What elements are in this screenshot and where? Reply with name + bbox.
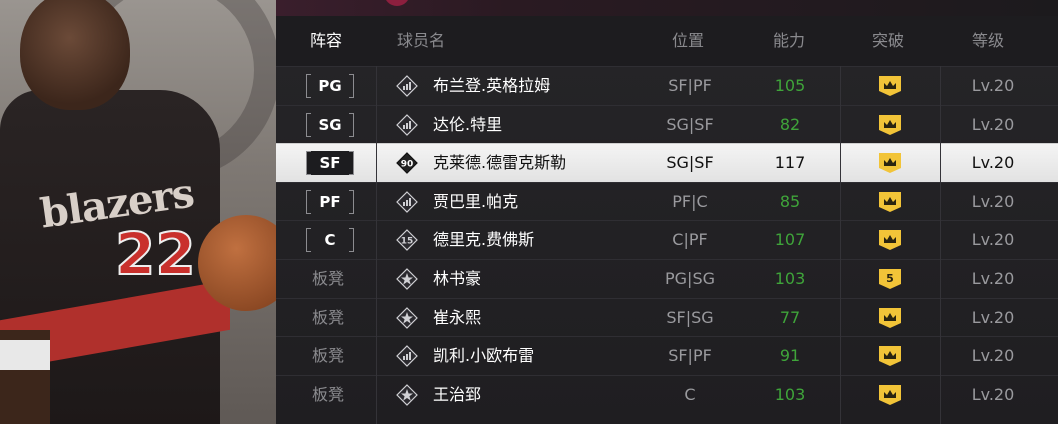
lineup-slot-badge[interactable]: SG	[306, 112, 354, 137]
bench-label: 板凳	[312, 269, 345, 288]
player-position: SG|SF	[666, 153, 714, 173]
bars-rank-icon	[396, 345, 418, 368]
table-header: 阵容 球员名 位置 能力 突破 等级	[276, 16, 1058, 66]
crown-badge-icon	[878, 75, 902, 97]
header-breakthrough[interactable]: 突破	[872, 16, 904, 66]
lineup-slot-badge[interactable]: PF	[306, 189, 354, 214]
svg-text:5: 5	[886, 272, 894, 285]
bench-label: 板凳	[312, 346, 345, 366]
player-name[interactable]: 林书豪	[433, 260, 481, 298]
star-rank-icon	[396, 306, 418, 329]
crown-badge-icon	[878, 114, 902, 136]
lineup-slot-badge[interactable]: SF	[306, 151, 354, 176]
diamond-rank-icon: 90	[396, 152, 418, 175]
column-divider	[840, 66, 841, 424]
bench-label: 板凳	[312, 384, 345, 404]
player-rating: 103	[774, 269, 806, 288]
player-name[interactable]: 贾巴里.帕克	[433, 183, 518, 221]
player-rating: 107	[774, 230, 806, 250]
player-portrait: blazers 22	[0, 0, 276, 424]
breakthrough-count-badge: 5	[878, 268, 902, 290]
bars-rank-icon	[396, 190, 418, 213]
player-position: C|PF	[672, 230, 708, 250]
crown-badge-icon	[878, 191, 902, 213]
player-level: Lv.20	[971, 230, 1015, 250]
star-rank-icon	[396, 268, 418, 290]
player-level: Lv.20	[971, 76, 1015, 95]
player-level: Lv.20	[971, 153, 1015, 173]
player-position: SF|PF	[668, 346, 712, 366]
player-position: C	[684, 384, 696, 404]
player-level: Lv.20	[971, 191, 1015, 211]
player-position: PF|C	[672, 191, 708, 211]
player-name[interactable]: 克莱德.德雷克斯勒	[433, 144, 566, 182]
column-divider	[940, 66, 941, 424]
player-level: Lv.20	[971, 384, 1015, 404]
crown-badge-icon	[878, 229, 902, 251]
team-emblem-icon	[384, 0, 410, 6]
top-bar	[276, 0, 1058, 16]
crown-badge-icon	[878, 345, 902, 367]
header-lineup[interactable]: 阵容	[310, 16, 342, 66]
header-level[interactable]: 等级	[972, 16, 1004, 66]
diamond-rank-icon: 15	[396, 229, 418, 252]
svg-text:90: 90	[401, 160, 414, 170]
header-position[interactable]: 位置	[672, 16, 704, 66]
player-rating: 91	[779, 346, 801, 366]
player-position: SG|SF	[666, 114, 714, 134]
player-position: PG|SG	[665, 269, 715, 288]
header-name[interactable]: 球员名	[397, 16, 445, 66]
roster-panel: 阵容 球员名 位置 能力 突破 等级 PG 布兰登.英格拉姆 SF|PF 105 Lv.…	[276, 0, 1058, 424]
crown-badge-icon	[878, 384, 902, 406]
header-rating[interactable]: 能力	[773, 16, 805, 66]
player-head	[20, 0, 130, 110]
player-rating: 82	[779, 114, 801, 134]
player-rating: 77	[779, 307, 801, 327]
crown-badge-icon	[878, 152, 902, 174]
player-name[interactable]: 达伦.特里	[433, 106, 502, 144]
player-position: SF|PF	[668, 76, 712, 95]
jersey-number: 22	[114, 219, 197, 289]
column-divider	[376, 66, 377, 424]
player-level: Lv.20	[971, 269, 1015, 288]
player-level: Lv.20	[971, 346, 1015, 366]
svg-text:15: 15	[401, 237, 414, 247]
player-name[interactable]: 崔永熙	[433, 299, 481, 337]
bars-rank-icon	[396, 113, 418, 136]
player-name[interactable]: 王治郅	[433, 376, 481, 414]
lineup-slot-badge[interactable]: C	[306, 228, 354, 253]
player-rating: 85	[779, 191, 801, 211]
bars-rank-icon	[396, 75, 418, 97]
player-name[interactable]: 布兰登.英格拉姆	[433, 67, 550, 105]
player-rating: 103	[774, 384, 806, 404]
player-rating: 117	[774, 153, 806, 173]
player-level: Lv.20	[971, 114, 1015, 134]
star-rank-icon	[396, 383, 418, 406]
bench-label: 板凳	[312, 307, 345, 327]
player-level: Lv.20	[971, 307, 1015, 327]
player-name[interactable]: 德里克.费佛斯	[433, 221, 534, 259]
lineup-slot-badge[interactable]: PG	[306, 74, 354, 98]
player-position: SF|SG	[666, 307, 714, 327]
player-name[interactable]: 凯利.小欧布雷	[433, 337, 534, 375]
wristband	[0, 340, 50, 370]
player-rating: 105	[774, 76, 806, 95]
crown-badge-icon	[878, 307, 902, 329]
